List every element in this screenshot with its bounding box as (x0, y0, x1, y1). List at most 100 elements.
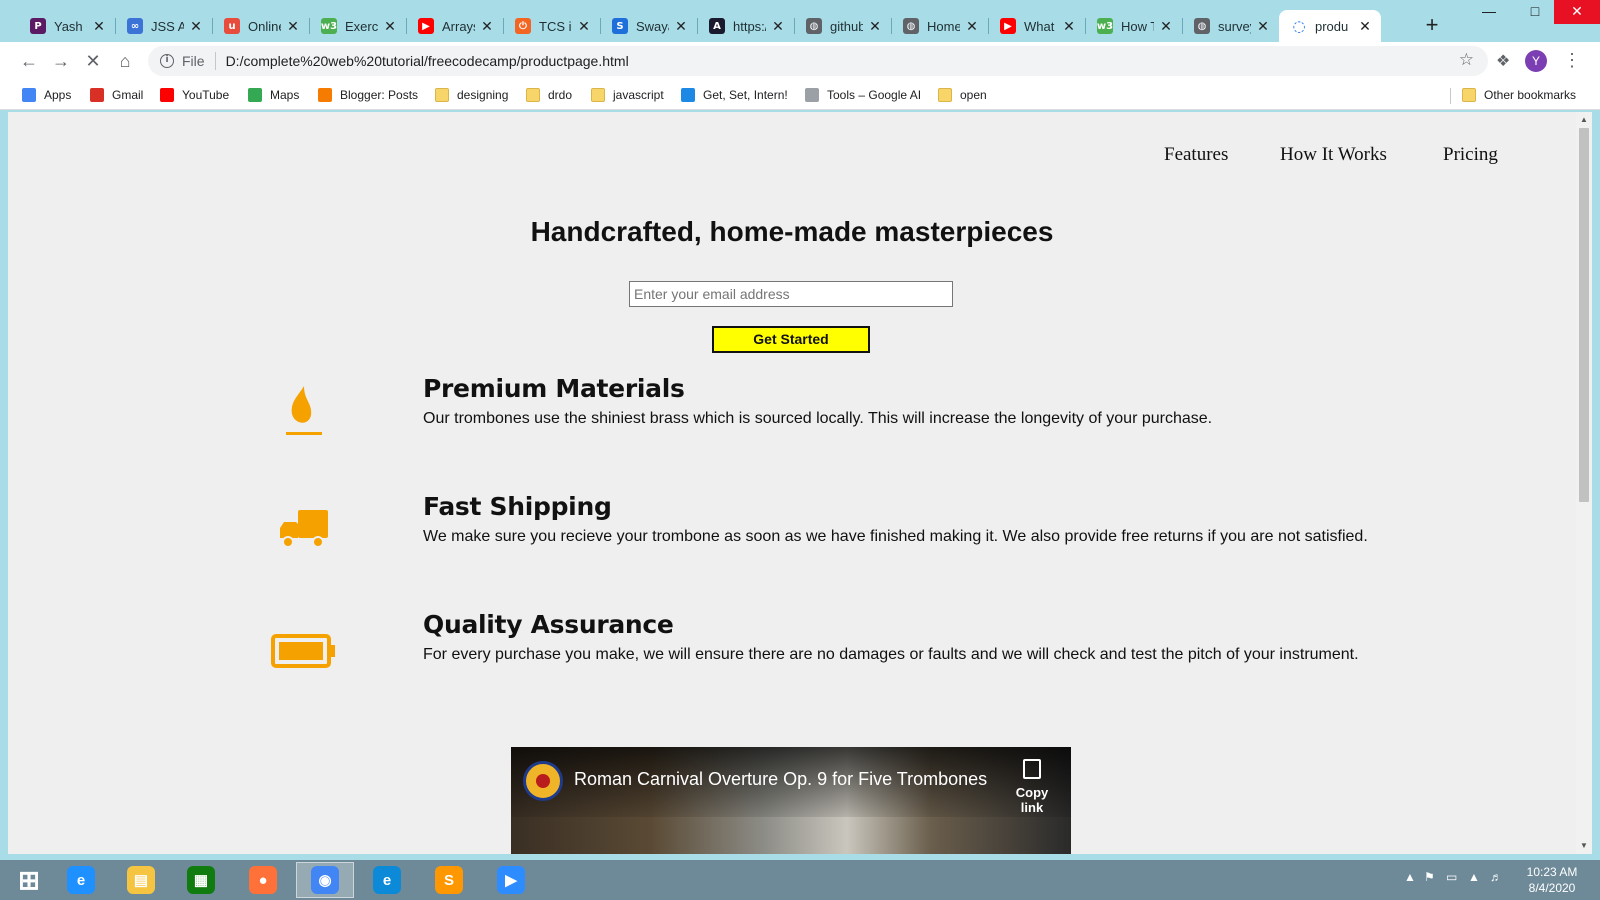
close-tab-icon[interactable]: ✕ (285, 18, 301, 35)
forward-arrow-icon[interactable]: → (48, 48, 74, 74)
close-tab-icon[interactable]: ✕ (479, 18, 495, 35)
volume-icon[interactable]: ♬ (1490, 870, 1502, 884)
taskbar-edge[interactable]: e (358, 862, 416, 898)
nav-link-how-it-works[interactable]: How It Works (1280, 144, 1387, 166)
video-embed[interactable]: Roman Carnival Overture Op. 9 for Five T… (511, 747, 1071, 854)
bookmark-item[interactable]: Get, Set, Intern! (681, 86, 788, 104)
gmail-icon (90, 88, 104, 102)
network-signal-icon[interactable]: ▲ (1468, 870, 1480, 884)
profile-avatar[interactable]: Y (1525, 50, 1547, 72)
folder-icon (591, 88, 605, 102)
browser-tab[interactable]: ◍ github ✕ (794, 10, 892, 42)
bookmark-item[interactable]: Blogger: Posts (318, 86, 418, 104)
system-clock[interactable]: 10:23 AM 8/4/2020 (1512, 864, 1592, 896)
copy-link-button[interactable]: Copy link (1003, 759, 1061, 815)
tab-title: produ (1315, 18, 1349, 34)
browser-tab[interactable]: Ahttps:/✕ (697, 10, 795, 42)
browser-tab[interactable]: ◍ survey✕ (1182, 10, 1280, 42)
bookmark-item[interactable]: Tools – Google AI (805, 86, 921, 104)
scrollbar-thumb[interactable] (1579, 128, 1589, 502)
video-title[interactable]: Roman Carnival Overture Op. 9 for Five T… (574, 769, 987, 790)
battery-full-icon (271, 634, 335, 668)
hero-title: Handcrafted, home-made masterpieces (530, 216, 1054, 247)
browser-tab[interactable]: ▶ What i✕ (988, 10, 1086, 42)
tab-title: What i (1024, 18, 1057, 34)
maximize-button[interactable]: □ (1512, 0, 1558, 24)
extensions-puzzle-icon[interactable]: ❖ (1496, 51, 1510, 71)
action-center-flag-icon[interactable]: ⚑ (1424, 870, 1435, 884)
bookmark-label: designing (457, 88, 509, 102)
chrome-menu-icon[interactable]: ⋮ (1563, 49, 1581, 71)
close-tab-icon[interactable]: ✕ (382, 18, 398, 35)
address-bar[interactable]: i File D:/complete%20web%20tutorial/free… (148, 46, 1488, 76)
close-window-button[interactable]: ✕ (1554, 0, 1600, 24)
close-tab-icon[interactable]: ✕ (964, 18, 980, 35)
bookmark-item[interactable]: YouTube (160, 86, 229, 104)
bookmark-item[interactable]: drdo (526, 86, 572, 104)
bookmark-label: javascript (613, 88, 664, 102)
taskbar-sublime-text[interactable]: S (420, 862, 478, 898)
bookmark-item[interactable]: javascript (591, 86, 664, 104)
bookmark-item[interactable]: open (938, 86, 987, 104)
scroll-down-arrow-icon[interactable]: ▼ (1576, 838, 1592, 854)
tab-title: survey (1218, 18, 1251, 34)
bookmark-label: Blogger: Posts (340, 88, 419, 102)
close-tab-icon[interactable]: ✕ (1158, 18, 1174, 35)
youtube-icon: ▶ (418, 18, 434, 34)
nav-link-pricing[interactable]: Pricing (1443, 144, 1498, 166)
close-tab-icon[interactable]: ✕ (1255, 18, 1271, 35)
get-started-button[interactable]: Get Started (712, 326, 870, 353)
close-tab-icon[interactable]: ✕ (91, 18, 107, 35)
info-icon[interactable]: i (160, 54, 174, 68)
other-bookmarks[interactable]: Other bookmarks (1462, 86, 1576, 104)
browser-tab[interactable]: S Swaya✕ (600, 10, 698, 42)
close-tab-icon[interactable]: ✕ (188, 18, 204, 35)
browser-tab[interactable]: ◌ produ ✕ (1279, 10, 1381, 42)
bookmark-item[interactable]: Maps (248, 86, 299, 104)
url-scheme: File (182, 53, 205, 69)
power-icon: ⏻ (515, 18, 531, 34)
email-input[interactable] (629, 281, 953, 307)
browser-tab[interactable]: w3 How T✕ (1085, 10, 1183, 42)
bookmark-star-icon[interactable]: ☆ (1459, 50, 1474, 70)
browser-tab[interactable]: w3 Exercis✕ (309, 10, 407, 42)
stop-loading-icon[interactable]: ✕ (80, 48, 106, 74)
minimize-button[interactable]: — (1466, 0, 1512, 24)
taskbar-windows-start[interactable]: ⊞ (0, 862, 58, 898)
channel-logo[interactable] (523, 761, 563, 801)
clock-time: 10:23 AM (1526, 865, 1578, 879)
close-tab-icon[interactable]: ✕ (867, 18, 883, 35)
new-tab-button[interactable]: + (1418, 12, 1446, 40)
taskbar-chrome[interactable]: ◉ (296, 862, 354, 898)
nav-link-features[interactable]: Features (1164, 144, 1228, 166)
browser-tab[interactable]: u Online✕ (212, 10, 310, 42)
close-tab-icon[interactable]: ✕ (770, 18, 786, 35)
url-divider (214, 52, 216, 70)
close-tab-icon[interactable]: ✕ (673, 18, 689, 35)
browser-tab[interactable]: ∞ JSS Ac✕ (115, 10, 213, 42)
tray-expand-icon[interactable]: ▲ (1404, 870, 1416, 884)
vertical-scrollbar[interactable]: ▲ ▼ (1576, 112, 1592, 854)
close-tab-icon[interactable]: ✕ (1357, 18, 1373, 35)
bookmark-item[interactable]: Gmail (90, 86, 143, 104)
home-icon[interactable]: ⌂ (112, 48, 138, 74)
browser-tab[interactable]: P Yash G✕ (18, 10, 116, 42)
device-icon[interactable]: ▭ (1446, 870, 1457, 884)
browser-tab[interactable]: ▶ Arrays✕ (406, 10, 504, 42)
bookmark-item[interactable]: Apps (22, 86, 71, 104)
taskbar-store[interactable]: ▦ (172, 862, 230, 898)
url-text[interactable]: D:/complete%20web%20tutorial/freecodecam… (226, 53, 629, 69)
scroll-up-arrow-icon[interactable]: ▲ (1576, 112, 1592, 128)
taskbar-internet-explorer[interactable]: e (52, 862, 110, 898)
close-tab-icon[interactable]: ✕ (576, 18, 592, 35)
bookmark-label: Apps (44, 88, 72, 102)
browser-tab[interactable]: ⏻ TCS iC✕ (503, 10, 601, 42)
back-arrow-icon[interactable]: ← (16, 48, 42, 74)
taskbar-zoom[interactable]: ▶ (482, 862, 540, 898)
browser-tab[interactable]: ◍ Home ✕ (891, 10, 989, 42)
bookmark-item[interactable]: designing (435, 86, 508, 104)
edge-icon: e (373, 866, 401, 894)
taskbar-file-explorer[interactable]: ▤ (112, 862, 170, 898)
taskbar-firefox[interactable]: ● (234, 862, 292, 898)
close-tab-icon[interactable]: ✕ (1061, 18, 1077, 35)
